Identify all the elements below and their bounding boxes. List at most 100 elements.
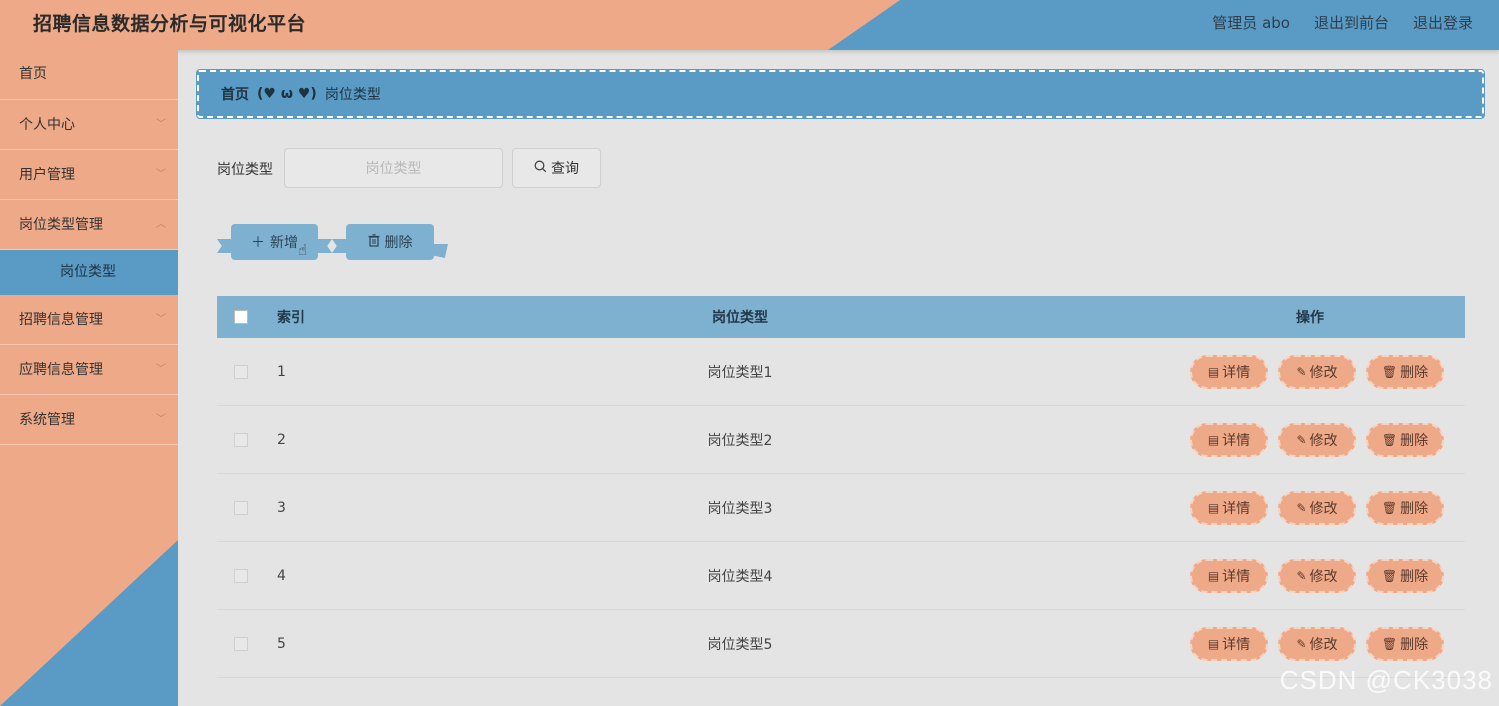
- delete-label: 删除: [1400, 568, 1429, 585]
- document-icon: ▤: [1207, 568, 1220, 583]
- add-button-label: 新增: [270, 235, 298, 251]
- trash-icon: [368, 233, 380, 251]
- trash-icon: 🗑: [1381, 568, 1398, 583]
- sidebar-item-user-management[interactable]: 用户管理 ﹀: [0, 150, 178, 200]
- row-checkbox[interactable]: [234, 432, 248, 447]
- row-ops: ▤ 详情 ✎ 修改 🗑 删除: [1155, 354, 1465, 389]
- watermark: CSDN @CK3038: [1279, 665, 1493, 695]
- delete-button[interactable]: 🗑 删除: [1366, 354, 1444, 389]
- detail-label: 详情: [1222, 568, 1251, 585]
- chevron-down-icon: ﹀: [156, 364, 166, 375]
- document-icon: ▤: [1207, 500, 1220, 515]
- hand-pointer-icon: ☝: [298, 241, 308, 259]
- detail-button[interactable]: ▤ 详情: [1190, 354, 1268, 389]
- edit-label: 修改: [1309, 432, 1338, 449]
- delete-label: 删除: [1400, 500, 1429, 517]
- table-row: 3 岗位类型3 ▤ 详情 ✎ 修改 🗑 删除: [217, 474, 1465, 542]
- row-index: 1: [277, 363, 286, 380]
- header-index: 索引: [277, 310, 305, 326]
- row-index: 5: [277, 635, 286, 652]
- sidebar-item-label: 系统管理: [19, 412, 75, 428]
- row-checkbox[interactable]: [234, 500, 248, 515]
- trash-icon: 🗑: [1381, 500, 1398, 515]
- document-icon: ▤: [1207, 636, 1220, 651]
- ribbon-tail: [316, 239, 332, 253]
- delete-label: 删除: [1400, 636, 1429, 653]
- header-ops: 操作: [1296, 310, 1324, 326]
- header-type: 岗位类型: [712, 310, 768, 326]
- breadcrumb-home[interactable]: 首页: [221, 84, 249, 104]
- sidebar-item-label: 用户管理: [19, 167, 75, 183]
- edit-button[interactable]: ✎ 修改: [1278, 626, 1356, 661]
- edit-label: 修改: [1309, 568, 1338, 585]
- row-type: 岗位类型1: [707, 364, 773, 381]
- sidebar-item-application-management[interactable]: 应聘信息管理 ﹀: [0, 345, 178, 395]
- top-header: 招聘信息数据分析与可视化平台 管理员 abo 退出到前台 退出登录: [0, 0, 1499, 50]
- pencil-icon: ✎: [1296, 568, 1307, 583]
- batch-delete-button[interactable]: 删除: [346, 224, 434, 260]
- sidebar-item-recruitment-management[interactable]: 招聘信息管理 ﹀: [0, 295, 178, 345]
- edit-button[interactable]: ✎ 修改: [1278, 354, 1356, 389]
- edit-button[interactable]: ✎ 修改: [1278, 558, 1356, 593]
- table-row: 1 岗位类型1 ▤ 详情 ✎ 修改 🗑 删除: [217, 338, 1465, 406]
- table-row: 5 岗位类型5 ▤ 详情 ✎ 修改 🗑 删除: [217, 610, 1465, 678]
- detail-button[interactable]: ▤ 详情: [1190, 490, 1268, 525]
- batch-delete-label: 删除: [384, 235, 413, 251]
- breadcrumb-current: 岗位类型: [324, 87, 381, 103]
- logout-link[interactable]: 退出登录: [1413, 12, 1473, 33]
- row-checkbox[interactable]: [234, 364, 248, 379]
- sidebar: 首页 个人中心 ﹀ 用户管理 ﹀ 岗位类型管理 ︿ 岗位类型 招聘信息管理 ﹀ 应聘信息…: [0, 50, 178, 706]
- row-index: 2: [277, 431, 286, 448]
- sidebar-item-personal-center[interactable]: 个人中心 ﹀: [0, 100, 178, 150]
- sidebar-item-job-type-management[interactable]: 岗位类型管理 ︿: [0, 200, 178, 250]
- back-to-front-link[interactable]: 退出到前台: [1314, 12, 1389, 33]
- pencil-icon: ✎: [1296, 636, 1307, 651]
- trash-icon: 🗑: [1381, 636, 1398, 651]
- sidebar-item-label: 应聘信息管理: [19, 362, 103, 378]
- row-type: 岗位类型2: [707, 432, 773, 449]
- row-ops: ▤ 详情 ✎ 修改 🗑 删除: [1155, 626, 1465, 661]
- chevron-down-icon: ﹀: [156, 119, 166, 130]
- ribbon-tail: [432, 244, 448, 258]
- detail-button[interactable]: ▤ 详情: [1190, 422, 1268, 457]
- plus-icon: ＋: [251, 235, 265, 251]
- edit-button[interactable]: ✎ 修改: [1278, 422, 1356, 457]
- delete-button[interactable]: 🗑 删除: [1366, 626, 1444, 661]
- search-label: 岗位类型: [217, 162, 273, 178]
- current-user: 管理员 abo: [1212, 14, 1290, 32]
- edit-label: 修改: [1309, 636, 1338, 653]
- pencil-icon: ✎: [1296, 364, 1307, 379]
- row-index: 3: [277, 499, 286, 516]
- chevron-down-icon: ﹀: [156, 169, 166, 180]
- pencil-icon: ✎: [1296, 432, 1307, 447]
- delete-button[interactable]: 🗑 删除: [1366, 558, 1444, 593]
- query-button[interactable]: 查询: [512, 148, 601, 188]
- sidebar-subitem-job-type[interactable]: 岗位类型: [0, 250, 178, 295]
- detail-button[interactable]: ▤ 详情: [1190, 626, 1268, 661]
- row-ops: ▤ 详情 ✎ 修改 🗑 删除: [1155, 422, 1465, 457]
- detail-button[interactable]: ▤ 详情: [1190, 558, 1268, 593]
- sidebar-item-home[interactable]: 首页: [0, 50, 178, 100]
- row-checkbox[interactable]: [234, 568, 248, 583]
- sidebar-item-label: 首页: [19, 66, 47, 82]
- chevron-down-icon: ﹀: [156, 414, 166, 425]
- delete-button[interactable]: 🗑 删除: [1366, 422, 1444, 457]
- edit-label: 修改: [1309, 500, 1338, 517]
- document-icon: ▤: [1207, 364, 1220, 379]
- search-input[interactable]: [284, 148, 503, 188]
- table-row: 4 岗位类型4 ▤ 详情 ✎ 修改 🗑 删除: [217, 542, 1465, 610]
- sidebar-item-system-management[interactable]: 系统管理 ﹀: [0, 395, 178, 445]
- table-row: 2 岗位类型2 ▤ 详情 ✎ 修改 🗑 删除: [217, 406, 1465, 474]
- data-table: 索引 岗位类型 操作 1 岗位类型1 ▤ 详情 ✎ 修改 🗑 删除 2 岗位类型2 ▤…: [217, 296, 1465, 678]
- document-icon: ▤: [1207, 432, 1220, 447]
- table-header: 索引 岗位类型 操作: [217, 296, 1465, 338]
- row-type: 岗位类型3: [707, 500, 773, 517]
- delete-button[interactable]: 🗑 删除: [1366, 490, 1444, 525]
- detail-label: 详情: [1222, 500, 1251, 517]
- edit-button[interactable]: ✎ 修改: [1278, 490, 1356, 525]
- select-all-checkbox[interactable]: [234, 310, 248, 324]
- row-checkbox[interactable]: [234, 636, 248, 651]
- sidebar-decoration: [0, 540, 178, 706]
- row-ops: ▤ 详情 ✎ 修改 🗑 删除: [1155, 558, 1465, 593]
- delete-label: 删除: [1400, 432, 1429, 449]
